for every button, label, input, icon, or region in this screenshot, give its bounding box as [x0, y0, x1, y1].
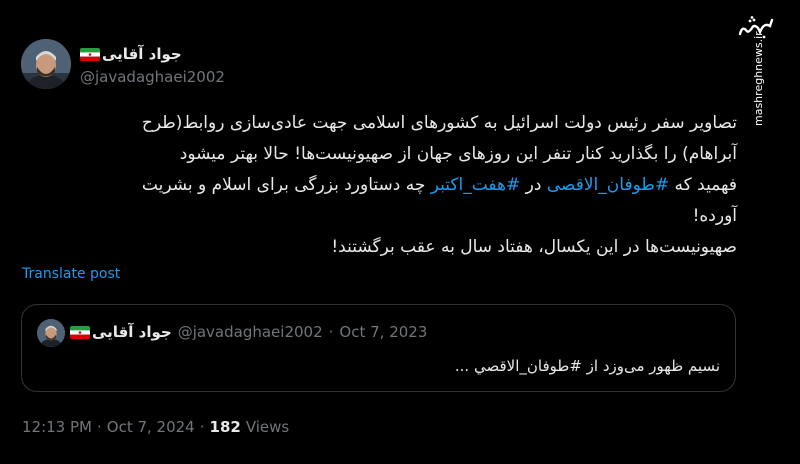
separator-dot: · — [199, 418, 205, 436]
tweet-line: تصاویر سفر رئیس دولت اسرائیل به کشورهای … — [141, 113, 737, 133]
quote-author-name: جواد آقایی — [92, 323, 172, 341]
avatar-image — [21, 39, 71, 89]
quoted-tweet[interactable]: جواد آقایی @javadaghaei2002 · Oct 7, 202… — [21, 304, 736, 392]
quote-author-name-row: جواد آقایی — [70, 323, 172, 341]
avatar[interactable] — [21, 39, 71, 89]
tweet-time[interactable]: 12:13 PM — [22, 418, 92, 436]
author-name[interactable]: جواد آقایی — [102, 45, 182, 63]
tweet-line: فهمید که #طوفان_الاقصی در #هفت_اکتبر چه … — [141, 175, 737, 195]
separator-dot: · — [328, 323, 334, 341]
quote-avatar-image — [37, 319, 65, 347]
author-handle[interactable]: @javadaghaei2002 — [80, 68, 225, 86]
quote-author-handle: @javadaghaei2002 — [177, 323, 323, 341]
tweet-meta: 12:13 PM · Oct 7, 2024 · 182 Views — [22, 418, 289, 436]
author-name-row[interactable]: جواد آقایی — [80, 43, 182, 65]
quote-text: نسیم ظهور می‌وزد از #طوفان_الاقصي ... — [454, 357, 720, 375]
views-label: Views — [245, 418, 290, 436]
iran-flag-icon — [80, 47, 100, 61]
tweet-line: آورده! — [692, 206, 737, 226]
quote-date: Oct 7, 2023 — [339, 323, 428, 341]
translate-post-link[interactable]: Translate post — [22, 266, 120, 282]
quote-hashtag: #طوفان_الاقصي — [473, 357, 582, 375]
watermark-site-url: mashreghnews.ir — [752, 31, 765, 126]
views-count: 182 — [209, 418, 241, 436]
tweet-line: صهیونیست‌ها در این یکسال، هفتاد سال به ع… — [331, 237, 737, 257]
hashtag-link[interactable]: #طوفان_الاقصی — [547, 175, 669, 195]
quote-avatar — [37, 319, 65, 347]
quote-header: جواد آقایی @javadaghaei2002 · Oct 7, 202… — [70, 321, 427, 343]
hashtag-link[interactable]: #هفت_اکتبر — [431, 175, 520, 195]
separator-dot: · — [96, 418, 102, 436]
tweet-date[interactable]: Oct 7, 2024 — [107, 418, 195, 436]
tweet-line: آبراهام) را بگذارید کنار تنفر این روزهای… — [179, 144, 737, 164]
iran-flag-icon — [70, 325, 90, 339]
tweet-text: تصاویر سفر رئیس دولت اسرائیل به کشورهای … — [22, 108, 737, 263]
